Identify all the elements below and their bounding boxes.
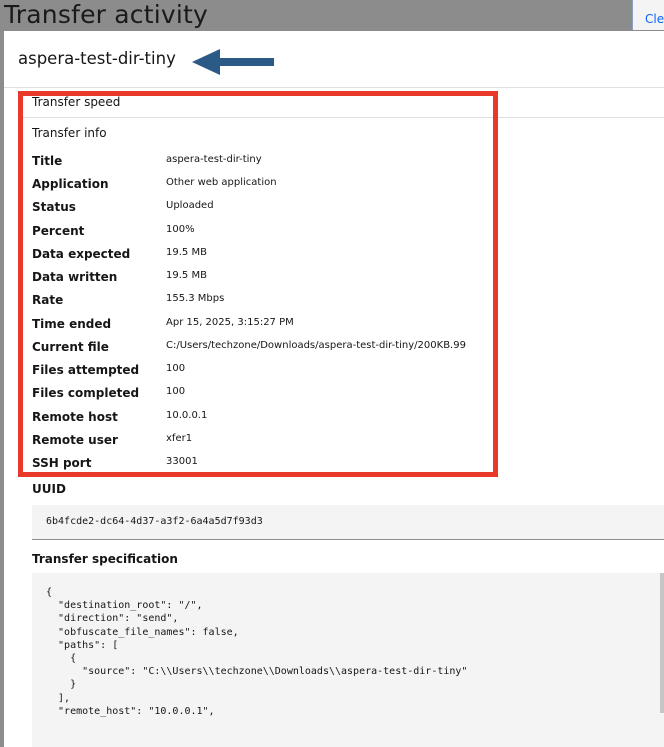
- code-line: {: [46, 587, 53, 598]
- panel-title: aspera-test-dir-tiny: [18, 49, 176, 68]
- clear-button[interactable]: Cle: [632, 0, 664, 30]
- uuid-label: UUID: [32, 482, 66, 496]
- scrollbar[interactable]: [660, 573, 664, 713]
- transfer-spec-label: Transfer specification: [32, 552, 178, 566]
- code-line: }: [46, 679, 77, 691]
- clear-button-label: Cle: [645, 12, 664, 26]
- transfer-spec-code[interactable]: { "destination_root": "/", "direction": …: [32, 573, 664, 747]
- page-title: Transfer activity: [4, 0, 209, 29]
- arrow-left-icon: [192, 49, 274, 75]
- transfer-detail-panel: aspera-test-dir-tiny Transfer speed Tran…: [4, 31, 664, 747]
- header-divider: [4, 87, 664, 88]
- panel-header: aspera-test-dir-tiny: [4, 31, 664, 87]
- code-line: "obfuscate_file_names": false,: [46, 626, 239, 638]
- code-line: "source": "C:\\Users\\techzone\\Download…: [46, 666, 468, 678]
- code-line: "remote_host": "10.0.0.1",: [46, 705, 215, 717]
- code-line: "destination_root": "/",: [46, 600, 203, 612]
- highlight-box: [18, 91, 498, 477]
- uuid-field[interactable]: 6b4fcde2-dc64-4d37-a3f2-6a4a5d7f93d3: [32, 505, 664, 540]
- uuid-value: 6b4fcde2-dc64-4d37-a3f2-6a4a5d7f93d3: [46, 516, 263, 527]
- code-line: {: [46, 653, 77, 664]
- code-line: ],: [46, 692, 71, 704]
- code-line: "paths": [: [46, 639, 119, 651]
- code-line: "direction": "send",: [46, 613, 179, 625]
